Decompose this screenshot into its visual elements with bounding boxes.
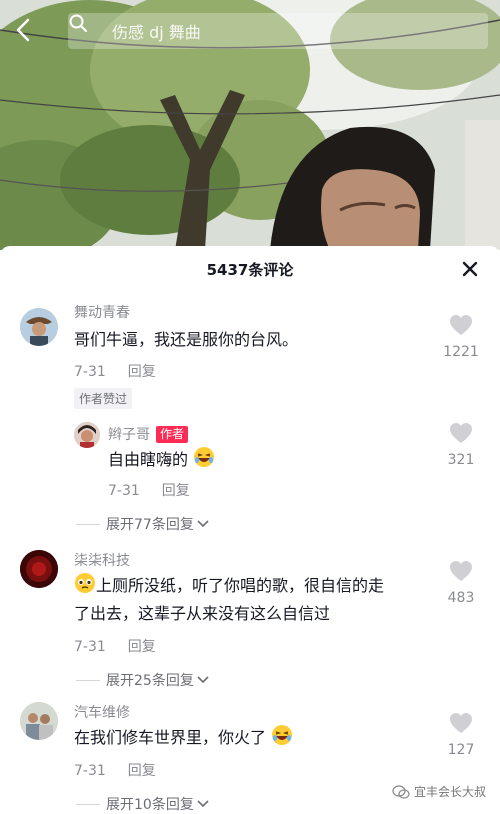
comment-date: 7-31 [74, 639, 106, 655]
like-button[interactable]: 127 [436, 712, 486, 758]
divider-line [76, 679, 100, 681]
back-button[interactable] [14, 18, 44, 48]
reply-button[interactable]: 回复 [128, 763, 156, 779]
expand-replies-label: 展开10条回复 [106, 797, 194, 813]
heart-icon [450, 713, 472, 733]
laughing-emoji-icon [272, 725, 293, 745]
watermark: 宜丰会长大叔 [392, 783, 486, 800]
comments-sheet: 5437条评论 舞动青春 哥们牛逼，我还是服你的台风。 7-31 回复 作者赞过 … [0, 246, 500, 814]
like-count: 483 [447, 590, 475, 606]
comment-text-content: 上厕所没纸，听了你唱的歌，很自信的走 [96, 576, 385, 595]
avatar[interactable] [74, 422, 100, 448]
reply-button[interactable]: 回复 [128, 364, 156, 380]
back-arrow-icon [16, 18, 30, 42]
expand-replies-label: 展开25条回复 [106, 673, 194, 689]
comment-count-title: 5437条评论 [206, 260, 294, 279]
like-count: 321 [447, 452, 475, 468]
chevron-down-icon [197, 520, 209, 528]
top-bar: 伤感 dj 舞曲 [0, 0, 500, 64]
worried-emoji-icon [75, 573, 95, 593]
comment-text: 在我们修车世界里，你火了 [74, 724, 293, 752]
comment-username-row: 辫子哥 作者 [108, 424, 189, 444]
divider-line [76, 523, 100, 525]
avatar[interactable] [20, 550, 58, 588]
divider-line [76, 803, 100, 805]
video-background[interactable]: 伤感 dj 舞曲 [0, 0, 500, 250]
chevron-down-icon [197, 676, 209, 684]
reply-button[interactable]: 回复 [162, 483, 190, 499]
laughing-emoji-icon [194, 447, 215, 467]
watermark-text: 宜丰会长大叔 [413, 785, 486, 799]
chevron-down-icon [197, 800, 209, 808]
avatar[interactable] [20, 702, 58, 740]
comment-username[interactable]: 汽车维修 [74, 702, 130, 722]
search-input[interactable]: 伤感 dj 舞曲 [68, 13, 488, 49]
comment-date: 7-31 [108, 483, 140, 499]
comment-username[interactable]: 柒柒科技 [74, 550, 130, 570]
comment-date: 7-31 [74, 364, 106, 380]
expand-replies-button[interactable]: 展开77条回复 [76, 514, 210, 534]
heart-icon [450, 423, 472, 443]
expand-replies-label: 展开77条回复 [106, 517, 194, 533]
comment-text-line-2: 了出去，这辈子从来没有这么自信过 [74, 604, 331, 623]
comment-meta: 7-31 回复 [74, 361, 156, 381]
like-button[interactable]: 321 [436, 422, 486, 468]
avatar[interactable] [20, 308, 58, 346]
search-icon [69, 14, 100, 41]
wechat-icon [392, 784, 410, 799]
comment-username[interactable]: 辫子哥 [108, 427, 150, 443]
comment-text-line-1: 上厕所没纸，听了你唱的歌，很自信的走 [74, 572, 384, 600]
comment-date: 7-31 [74, 763, 106, 779]
heart-icon [450, 315, 472, 335]
comment-meta: 7-31 回复 [74, 636, 156, 656]
like-count: 127 [447, 742, 475, 758]
comment-meta: 7-31 回复 [74, 760, 156, 780]
like-button[interactable]: 1221 [436, 314, 486, 360]
reply-button[interactable]: 回复 [128, 639, 156, 655]
close-icon[interactable] [460, 259, 480, 279]
comment-text: 自由瞎嗨的 [108, 446, 215, 474]
sheet-header: 5437条评论 [0, 246, 500, 292]
like-count: 1221 [443, 344, 479, 360]
expand-replies-button[interactable]: 展开10条回复 [76, 794, 210, 814]
search-query-text: 伤感 dj 舞曲 [112, 23, 201, 42]
author-liked-badge: 作者赞过 [74, 388, 133, 409]
comment-text-content: 自由瞎嗨的 [108, 450, 189, 469]
heart-icon [450, 561, 472, 581]
author-tag: 作者 [156, 426, 189, 443]
comment-meta: 7-31 回复 [108, 480, 190, 500]
expand-replies-button[interactable]: 展开25条回复 [76, 670, 210, 690]
comment-text-content: 在我们修车世界里，你火了 [74, 728, 267, 747]
like-button[interactable]: 483 [436, 560, 486, 606]
comment-text: 哥们牛逼，我还是服你的台风。 [74, 330, 299, 349]
comment-username[interactable]: 舞动青春 [74, 302, 130, 322]
